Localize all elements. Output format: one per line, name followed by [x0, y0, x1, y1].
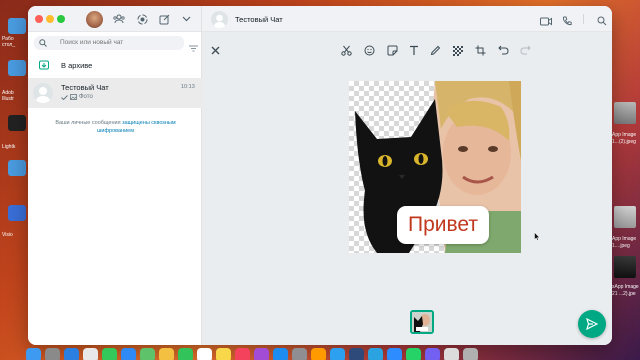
image-file-icon[interactable]	[614, 256, 636, 278]
appstore-icon[interactable]	[273, 348, 288, 360]
profile-avatar[interactable]	[86, 11, 103, 28]
photos-icon[interactable]	[159, 348, 174, 360]
lightroom-icon[interactable]	[349, 348, 364, 360]
image-file-icon[interactable]	[614, 206, 636, 228]
chat-time: 10:13	[181, 84, 195, 90]
photo-icon	[70, 94, 77, 100]
desktop-label: стол_	[2, 42, 16, 48]
new-chat-icon[interactable]	[157, 12, 171, 26]
encryption-note: Ваши личные сообщения защищены сквозным …	[43, 119, 188, 135]
archived-label: В архиве	[61, 61, 93, 70]
desktop-label: 1...(2).jpeg	[612, 139, 636, 145]
whatsapp-window: В архиве Тестовый Чат 10:13 Фото Ваши ли…	[28, 6, 612, 345]
zoom-icon[interactable]	[387, 348, 402, 360]
desktop-label: Lightk	[2, 144, 16, 150]
settings-icon[interactable]	[292, 348, 307, 360]
messages-icon[interactable]	[102, 348, 117, 360]
crop-icon[interactable]	[473, 43, 487, 57]
phone-icon[interactable]	[562, 13, 572, 31]
chat-header-avatar[interactable]	[211, 11, 228, 28]
music-icon[interactable]	[235, 348, 250, 360]
close-icon[interactable]	[208, 43, 222, 57]
selected-media-thumbnail[interactable]	[410, 310, 434, 334]
status-icon[interactable]	[135, 12, 149, 26]
sidebar-header	[28, 6, 201, 32]
video-call-icon[interactable]	[540, 13, 552, 31]
chat-list-item[interactable]: Тестовый Чат 10:13 Фото	[28, 78, 202, 108]
encryption-note-text: Ваши личные сообщения	[55, 120, 123, 126]
whatsapp-icon[interactable]	[406, 348, 421, 360]
sticker-text[interactable]: Привет	[397, 206, 489, 244]
chrome-icon[interactable]	[83, 348, 98, 360]
editor-toolbar	[202, 40, 612, 60]
check-icon	[61, 94, 68, 100]
dock	[22, 348, 618, 360]
archived-row[interactable]: В архиве	[28, 56, 202, 76]
undo-icon[interactable]	[496, 43, 510, 57]
chat-title[interactable]: Тестовый Чат	[235, 15, 283, 24]
folder-icon[interactable]	[8, 160, 26, 176]
image-canvas[interactable]: Привет	[349, 81, 521, 253]
launchpad-icon[interactable]	[45, 348, 60, 360]
desktop-right-icons: App Image 1...(2).jpeg App Image 1....jp…	[612, 0, 640, 360]
filter-icon[interactable]	[189, 39, 198, 57]
send-button[interactable]	[578, 310, 606, 338]
maps-icon[interactable]	[140, 348, 155, 360]
redo-icon[interactable]	[518, 43, 532, 57]
app-icon[interactable]	[8, 205, 26, 221]
close-window-button[interactable]	[35, 15, 43, 23]
safari-icon[interactable]	[64, 348, 79, 360]
search-box[interactable]	[34, 36, 184, 50]
illustrator-icon[interactable]	[311, 348, 326, 360]
finder-icon[interactable]	[26, 348, 41, 360]
send-icon	[586, 318, 598, 330]
app-icon[interactable]	[8, 115, 26, 131]
chat-preview-text: Фото	[79, 94, 93, 100]
folder-icon[interactable]	[8, 18, 26, 34]
header-divider	[583, 14, 584, 24]
chat-avatar	[33, 83, 53, 103]
emoji-icon[interactable]	[362, 43, 376, 57]
scissors-icon[interactable]	[339, 43, 353, 57]
desktop-label: 1....jpeg	[612, 243, 630, 249]
chat-name: Тестовый Чат	[61, 83, 109, 92]
desktop-label: 21 ...2).jpe	[612, 291, 636, 297]
archive-icon	[39, 60, 49, 70]
podcasts-icon[interactable]	[254, 348, 269, 360]
desktop-left-icons: Рабо стол_ Adob Illustr Lightk Visio	[0, 0, 30, 360]
viber-icon[interactable]	[425, 348, 440, 360]
telegram-icon[interactable]	[368, 348, 383, 360]
desktop-label: Visio	[2, 232, 13, 238]
facetime-icon[interactable]	[178, 348, 193, 360]
media-editor-panel: Тестовый Чат Привет	[202, 6, 612, 345]
desktop-label: App Image	[612, 236, 637, 242]
minimize-window-button[interactable]	[46, 15, 54, 23]
calendar-icon[interactable]	[197, 348, 212, 360]
zoom-window-button[interactable]	[57, 15, 65, 23]
desktop-label: App Image	[612, 132, 637, 138]
desktop-label: Illustr	[2, 96, 14, 102]
pen-icon[interactable]	[428, 43, 442, 57]
image-file-icon[interactable]	[614, 102, 636, 124]
text-icon[interactable]	[407, 43, 421, 57]
blur-icon[interactable]	[450, 43, 464, 57]
sidebar: В архиве Тестовый Чат 10:13 Фото Ваши ли…	[28, 6, 202, 345]
search-icon	[39, 39, 47, 47]
folder-icon[interactable]	[8, 60, 26, 76]
chevron-down-icon[interactable]	[179, 12, 193, 26]
trash-icon[interactable]	[463, 348, 478, 360]
desktop-label: sApp Image	[612, 284, 639, 290]
community-icon[interactable]	[112, 12, 126, 26]
notes-icon[interactable]	[216, 348, 231, 360]
photoshop-icon[interactable]	[330, 348, 345, 360]
chat-preview: Фото	[61, 94, 93, 100]
finder-icon[interactable]	[444, 348, 459, 360]
chat-header: Тестовый Чат	[202, 6, 612, 32]
mail-icon[interactable]	[121, 348, 136, 360]
search-icon[interactable]	[597, 13, 607, 31]
sticker-icon[interactable]	[385, 43, 399, 57]
mouse-cursor	[534, 232, 540, 241]
search-input[interactable]	[60, 36, 180, 50]
